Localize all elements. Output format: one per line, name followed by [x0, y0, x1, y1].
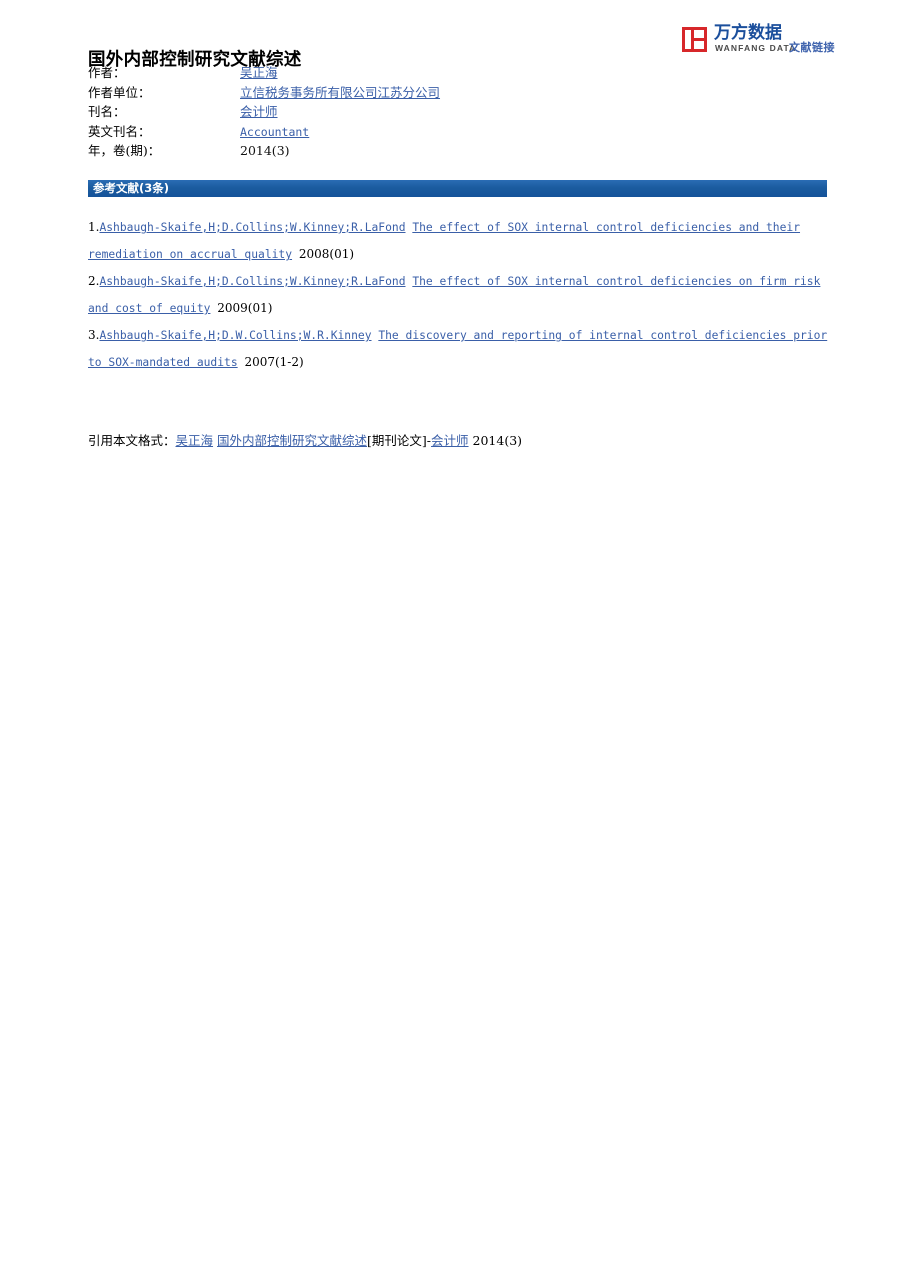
metadata-value-journal[interactable]: 会计师 [240, 101, 278, 120]
metadata-label: 英文刊名： [88, 123, 151, 139]
metadata-value-year-volume: 2014(3) [240, 143, 290, 159]
reference-year: 2007(1-2) [244, 355, 304, 369]
reference-year: 2008(01) [298, 247, 355, 261]
metadata-label: 作者： [88, 65, 126, 80]
reference-authors-link[interactable]: Ashbaugh-Skaife,H;D.Collins;W.Kinney;R.L… [99, 275, 405, 288]
citation-title-link[interactable]: 国外内部控制研究文献综述 [217, 433, 367, 448]
metadata-row-affiliation: 作者单位： 立信税务事务所有限公司江苏分公司 [88, 82, 708, 102]
reference-item: 2.Ashbaugh-Skaife,H;D.Collins;W.Kinney;R… [88, 268, 828, 322]
reference-item: 3.Ashbaugh-Skaife,H;D.W.Collins;W.R.Kinn… [88, 322, 828, 376]
logo-english-name: WANFANG DATA [715, 43, 797, 53]
logo-tagline: 文献链接 [789, 41, 835, 54]
metadata-value-journal-en[interactable]: Accountant [240, 125, 309, 139]
citation-year: 2014(3) [472, 433, 523, 448]
reference-number: 3. [88, 328, 100, 342]
citation-journal-link[interactable]: 会计师 [431, 433, 469, 448]
citation-line: 引用本文格式：吴正海 国外内部控制研究文献综述[期刊论文]-会计师 2014(3… [88, 432, 522, 450]
metadata-label: 年，卷(期)： [88, 143, 161, 159]
wanfang-logo[interactable]: 万方数据 WANFANG DATA 文献链接 [678, 24, 838, 58]
metadata-value-affiliation[interactable]: 立信税务事务所有限公司江苏分公司 [240, 82, 440, 101]
metadata-row-journal: 刊名： 会计师 [88, 101, 708, 121]
reference-authors-link[interactable]: Ashbaugh-Skaife,H;D.Collins;W.Kinney;R.L… [99, 221, 405, 234]
references-section-title: 参考文献(3条) [93, 181, 170, 195]
reference-authors-link[interactable]: Ashbaugh-Skaife,H;D.W.Collins;W.R.Kinney [99, 329, 371, 342]
references-section-header: 参考文献(3条) [88, 180, 827, 197]
wanfang-mark-icon [682, 27, 707, 52]
reference-item: 1.Ashbaugh-Skaife,H;D.Collins;W.Kinney;R… [88, 214, 828, 268]
citation-author-link[interactable]: 吴正海 [176, 433, 214, 448]
metadata-value-author[interactable]: 吴正海 [240, 62, 278, 81]
metadata-label: 作者单位： [88, 84, 151, 100]
metadata-row-year-volume: 年，卷(期)： 2014(3) [88, 140, 708, 160]
metadata-table: 作者： 吴正海 作者单位： 立信税务事务所有限公司江苏分公司 刊名： 会计师 英… [88, 62, 708, 160]
references-list: 1.Ashbaugh-Skaife,H;D.Collins;W.Kinney;R… [88, 214, 828, 376]
metadata-row-author: 作者： 吴正海 [88, 62, 708, 82]
reference-year: 2009(01) [217, 301, 273, 315]
document-page: 万方数据 WANFANG DATA 文献链接 国外内部控制研究文献综述 作者： … [0, 0, 920, 1283]
citation-type: [期刊论文]- [367, 433, 432, 448]
metadata-label: 刊名： [88, 104, 126, 120]
logo-chinese-name: 万方数据 [714, 23, 782, 43]
citation-prefix: 引用本文格式： [88, 433, 176, 448]
reference-number: 1. [88, 220, 100, 234]
reference-number: 2. [88, 274, 100, 288]
metadata-row-journal-en: 英文刊名： Accountant [88, 121, 708, 141]
